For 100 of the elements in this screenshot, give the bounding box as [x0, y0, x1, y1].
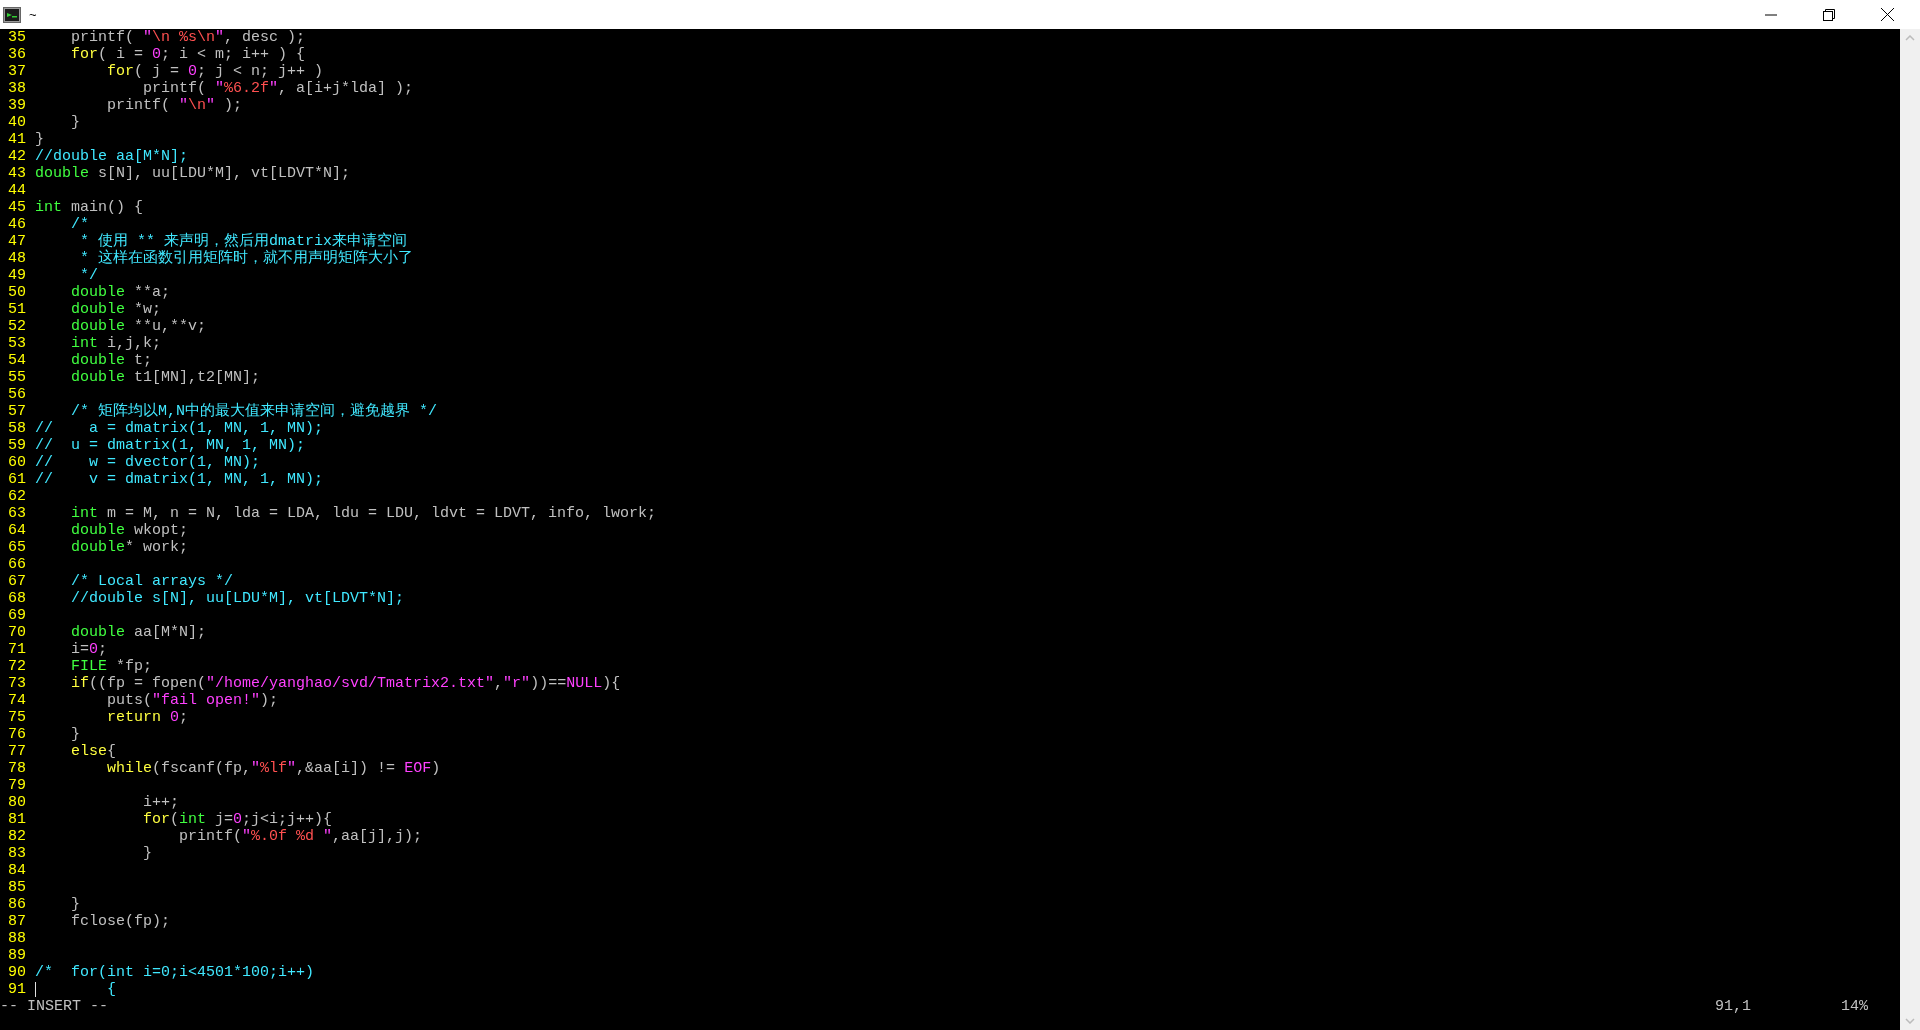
code-line: FILE *fp;: [70, 658, 153, 675]
code-line: i=0;: [70, 641, 108, 658]
code-line: double s[N], uu[LDU*M], vt[LDVT*N];: [35, 165, 351, 182]
line-number: 57: [7, 403, 27, 420]
line-number: 82: [7, 828, 27, 845]
code-line: else{: [70, 743, 117, 760]
code-line: //double aa[M*N];: [35, 148, 189, 165]
code-line: double aa[M*N];: [70, 624, 207, 641]
code-line: i++;: [142, 794, 180, 811]
code-line: if((fp = fopen("/home/yanghao/svd/Tmatrix2.txt","r"))==NULL){: [70, 675, 621, 692]
code-line: * 这样在函数引用矩阵时，就不用声明矩阵大小了: [79, 250, 413, 267]
line-number: 76: [7, 726, 27, 743]
code-line: double* work;: [70, 539, 189, 556]
line-number: 50: [7, 284, 27, 301]
line-number: 41: [7, 131, 27, 148]
line-number: 79: [7, 777, 27, 794]
line-number: 80: [7, 794, 27, 811]
scroll-down-icon[interactable]: [1905, 1018, 1915, 1024]
line-number: 62: [7, 488, 27, 505]
scrollbar[interactable]: [1900, 29, 1920, 1030]
line-number: 49: [7, 267, 27, 284]
line-number: 53: [7, 335, 27, 352]
cursor-position: 91,1: [1715, 998, 1752, 1015]
code-line: {: [106, 981, 116, 998]
line-number: 51: [7, 301, 27, 318]
code-line: printf("%.0f %d ",aa[j],j);: [178, 828, 423, 845]
line-number: 68: [7, 590, 27, 607]
scroll-up-icon[interactable]: [1905, 35, 1915, 41]
code-line: for( j = 0; j < n; j++ ): [106, 63, 324, 80]
code-line: // u = dmatrix(1, MN, 1, MN);: [35, 437, 306, 454]
code-line: }: [35, 131, 44, 148]
line-number: 91: [7, 981, 27, 998]
line-number: 89: [7, 947, 27, 964]
line-number: 70: [7, 624, 27, 641]
code-line: puts("fail open!");: [106, 692, 279, 709]
code-line: }: [142, 845, 153, 862]
code-line: }: [70, 114, 80, 131]
code-line: return 0;: [106, 709, 189, 726]
line-number: 90: [7, 964, 27, 981]
code-line: /* for(int i=0;i<4501*100;i++): [35, 964, 315, 981]
line-number: 36: [7, 46, 27, 63]
code-line: // a = dmatrix(1, MN, 1, MN);: [35, 420, 324, 437]
line-number: 52: [7, 318, 27, 335]
line-number: 61: [7, 471, 27, 488]
code-line: int i,j,k;: [70, 335, 162, 352]
line-number: 38: [7, 80, 27, 97]
line-number: 85: [7, 879, 27, 896]
code-line: }: [70, 726, 80, 743]
line-number: 37: [7, 63, 27, 80]
code-line: for( i = 0; i < m; i++ ) {: [70, 46, 306, 63]
line-number: 77: [7, 743, 27, 760]
code-line: int main() {: [35, 199, 144, 216]
line-number: 66: [7, 556, 27, 573]
code-line: /*: [70, 216, 89, 233]
code-line: double t;: [70, 352, 153, 369]
code-line: double wkopt;: [70, 522, 189, 539]
code-line: double t1[MN],t2[MN];: [70, 369, 261, 386]
line-number: 46: [7, 216, 27, 233]
mode-indicator: -- INSERT --: [0, 998, 109, 1015]
line-number: 83: [7, 845, 27, 862]
line-number: 44: [7, 182, 27, 199]
line-number: 84: [7, 862, 27, 879]
line-number: 63: [7, 505, 27, 522]
line-number: 60: [7, 454, 27, 471]
line-number: 58: [7, 420, 27, 437]
line-number: 64: [7, 522, 27, 539]
line-number: 43: [7, 165, 27, 182]
line-number: 45: [7, 199, 27, 216]
line-number: 40: [7, 114, 27, 131]
code-line: printf( "\n" );: [106, 97, 243, 114]
terminal-icon: [3, 6, 21, 23]
restore-icon: [1823, 8, 1835, 21]
line-number: 55: [7, 369, 27, 386]
code-line: */: [79, 267, 98, 284]
line-number: 35: [7, 29, 27, 46]
line-number: 81: [7, 811, 27, 828]
code-line: // v = dmatrix(1, MN, 1, MN);: [35, 471, 324, 488]
window-title: ~: [29, 5, 37, 24]
code-line: printf( "%6.2f", a[i+j*lda] );: [142, 80, 414, 97]
line-number: 73: [7, 675, 27, 692]
line-number: 86: [7, 896, 27, 913]
code-line: fclose(fp);: [70, 913, 171, 930]
line-number: 59: [7, 437, 27, 454]
scroll-percent: 14%: [1841, 998, 1868, 1015]
code-line: printf( "\n %s\n", desc );: [70, 29, 306, 46]
code-line: double **a;: [70, 284, 171, 301]
close-icon: [1880, 8, 1894, 21]
code-line: }: [70, 896, 80, 913]
line-number: 67: [7, 573, 27, 590]
line-number: 78: [7, 760, 27, 777]
line-number: 87: [7, 913, 27, 930]
code-line: /* Local arrays */: [70, 573, 234, 590]
code-line: for(int j=0;j<i;j++){: [142, 811, 333, 828]
line-number: 72: [7, 658, 27, 675]
code-line: * 使用 ** 来声明，然后用dmatrix来申请空间: [79, 233, 408, 250]
line-number: 56: [7, 386, 27, 403]
code-line: int m = M, n = N, lda = LDA, ldu = LDU, ldvt = LDVT, info, lwork;: [70, 505, 657, 522]
line-number: 39: [7, 97, 27, 114]
code-line: while(fscanf(fp,"%lf",&aa[i]) != EOF): [106, 760, 441, 777]
line-number: 71: [7, 641, 27, 658]
